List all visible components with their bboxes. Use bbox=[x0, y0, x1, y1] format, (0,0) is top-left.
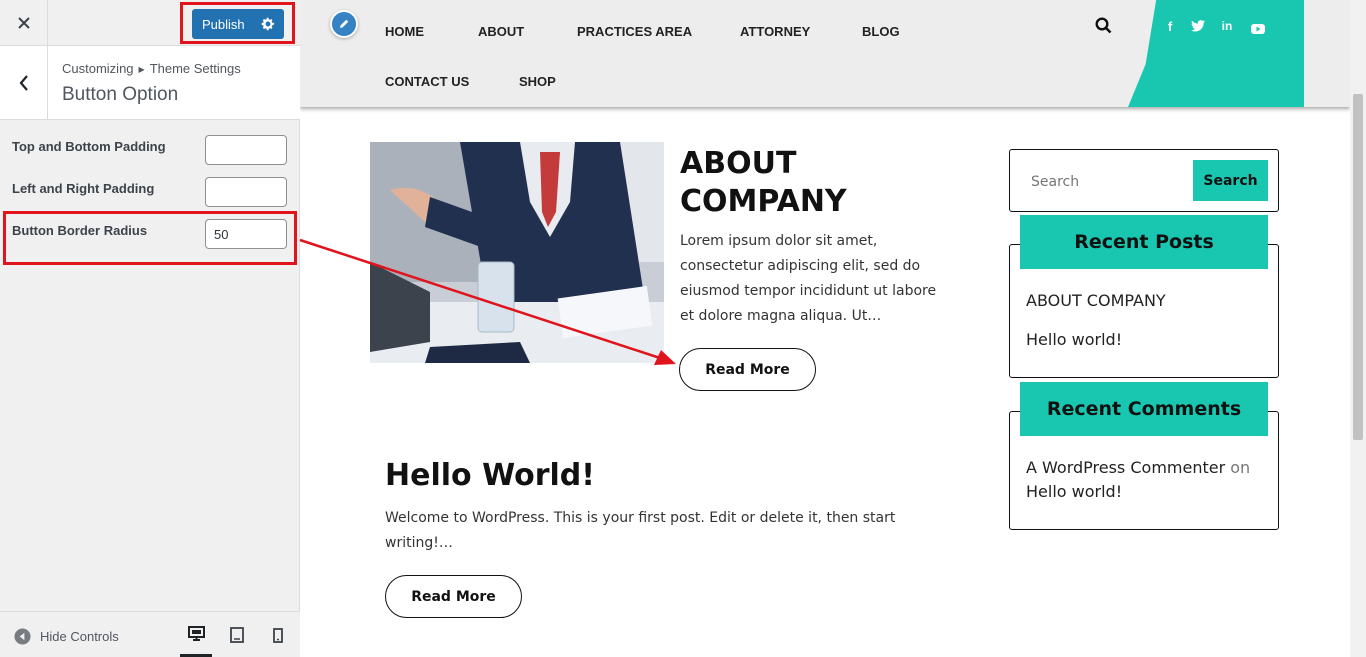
youtube-glyph bbox=[1251, 24, 1265, 34]
customizer-app: Publish Customizing ▶ Theme Settings Butto… bbox=[0, 0, 1366, 657]
site-preview: HOME ABOUT PRACTICES AREA ATTORNEY BLOG … bbox=[300, 0, 1366, 657]
left-right-padding-input[interactable] bbox=[205, 177, 287, 207]
recent-comment-item: A WordPress Commenter on Hello world! bbox=[1026, 456, 1266, 504]
scrollbar-thumb[interactable] bbox=[1353, 94, 1363, 440]
device-mobile-button[interactable] bbox=[262, 612, 294, 657]
tablet-icon bbox=[230, 627, 244, 643]
publish-label: Publish bbox=[202, 16, 245, 32]
recent-posts-widget: Recent Posts ABOUT COMPANY Hello world! bbox=[1009, 215, 1279, 378]
nav-contact-us[interactable]: CONTACT US bbox=[385, 74, 469, 89]
hide-controls-button[interactable]: Hide Controls bbox=[14, 628, 119, 645]
linkedin-icon[interactable]: in bbox=[1218, 19, 1236, 33]
post-excerpt: Welcome to WordPress. This is your first… bbox=[385, 510, 896, 551]
hide-controls-label: Hide Controls bbox=[40, 629, 119, 644]
customizer-topbar: Publish bbox=[0, 0, 300, 46]
control-label-left-right-padding: Left and Right Padding bbox=[12, 181, 155, 196]
pencil-icon bbox=[340, 19, 349, 28]
customizer-footer: Hide Controls bbox=[0, 611, 300, 657]
control-label-top-bottom-padding: Top and Bottom Padding bbox=[12, 139, 166, 154]
youtube-icon[interactable] bbox=[1249, 22, 1267, 37]
preview-scrollbar[interactable] bbox=[1350, 0, 1366, 657]
comment-on-label: on bbox=[1230, 458, 1251, 477]
nav-shop[interactable]: SHOP bbox=[519, 74, 556, 89]
recent-post-link[interactable]: Hello world! bbox=[1026, 330, 1122, 349]
comment-post-link[interactable]: Hello world! bbox=[1026, 482, 1122, 501]
publish-button[interactable]: Publish bbox=[192, 9, 284, 39]
post-thumbnail-businessman[interactable] bbox=[370, 142, 664, 363]
read-more-button[interactable]: Read More bbox=[679, 348, 816, 391]
mobile-icon bbox=[273, 627, 283, 643]
breadcrumb-root: Customizing bbox=[62, 61, 134, 76]
chevron-left-icon bbox=[19, 74, 28, 91]
widget-title: Recent Comments bbox=[1020, 382, 1268, 436]
post-title-line1: ABOUT bbox=[680, 146, 797, 181]
social-bar: f in bbox=[1128, 0, 1304, 107]
twitter-glyph bbox=[1191, 20, 1205, 32]
close-customizer-button[interactable] bbox=[0, 0, 48, 46]
twitter-icon[interactable] bbox=[1189, 20, 1207, 35]
publish-settings-gear[interactable] bbox=[257, 9, 279, 39]
section-header: Customizing ▶ Theme Settings Button Option bbox=[0, 46, 300, 120]
sidebar-search-button[interactable]: Search bbox=[1193, 160, 1268, 201]
device-desktop-button[interactable] bbox=[180, 612, 212, 657]
nav-about[interactable]: ABOUT bbox=[478, 24, 524, 39]
nav-blog[interactable]: BLOG bbox=[862, 24, 900, 39]
close-icon bbox=[17, 17, 30, 29]
back-button[interactable] bbox=[0, 46, 48, 119]
post-title-line2: COMPANY bbox=[680, 184, 847, 219]
post-excerpt: Lorem ipsum dolor sit amet, consectetur … bbox=[680, 233, 937, 324]
nav-home[interactable]: HOME bbox=[385, 24, 424, 39]
desktop-icon bbox=[187, 625, 205, 641]
breadcrumb-parent: Theme Settings bbox=[149, 61, 241, 76]
collapse-arrow-icon bbox=[14, 628, 31, 645]
sidebar-search-widget: Search bbox=[1009, 149, 1279, 212]
breadcrumb-separator-icon: ▶ bbox=[138, 65, 145, 74]
site-header: HOME ABOUT PRACTICES AREA ATTORNEY BLOG … bbox=[300, 0, 1350, 107]
device-tablet-button[interactable] bbox=[221, 612, 253, 657]
search-icon bbox=[1095, 17, 1112, 34]
businessman-photo bbox=[370, 142, 664, 363]
breadcrumb: Customizing ▶ Theme Settings bbox=[62, 61, 241, 76]
top-bottom-padding-input[interactable] bbox=[205, 135, 287, 165]
nav-attorney[interactable]: ATTORNEY bbox=[740, 24, 810, 39]
comment-author-link[interactable]: A WordPress Commenter bbox=[1026, 458, 1225, 477]
customizer-panel: Publish Customizing ▶ Theme Settings Butto… bbox=[0, 0, 300, 657]
gear-icon bbox=[261, 17, 275, 31]
recent-post-link[interactable]: ABOUT COMPANY bbox=[1026, 291, 1166, 310]
widget-title: Recent Posts bbox=[1020, 215, 1268, 269]
edit-shortcut-button[interactable] bbox=[330, 10, 358, 38]
header-search-button[interactable] bbox=[1095, 17, 1112, 38]
section-title: Button Option bbox=[62, 84, 179, 105]
read-more-button[interactable]: Read More bbox=[385, 575, 522, 618]
sidebar-search-input[interactable] bbox=[1022, 162, 1192, 202]
nav-practices-area[interactable]: PRACTICES AREA bbox=[577, 24, 692, 39]
recent-comments-widget: Recent Comments A WordPress Commenter on… bbox=[1009, 382, 1279, 530]
post-title-about-company[interactable]: ABOUT COMPANY bbox=[680, 145, 980, 221]
post-title-hello-world[interactable]: Hello World! bbox=[385, 456, 595, 496]
facebook-icon[interactable]: f bbox=[1161, 19, 1179, 34]
border-radius-highlight bbox=[3, 211, 297, 265]
